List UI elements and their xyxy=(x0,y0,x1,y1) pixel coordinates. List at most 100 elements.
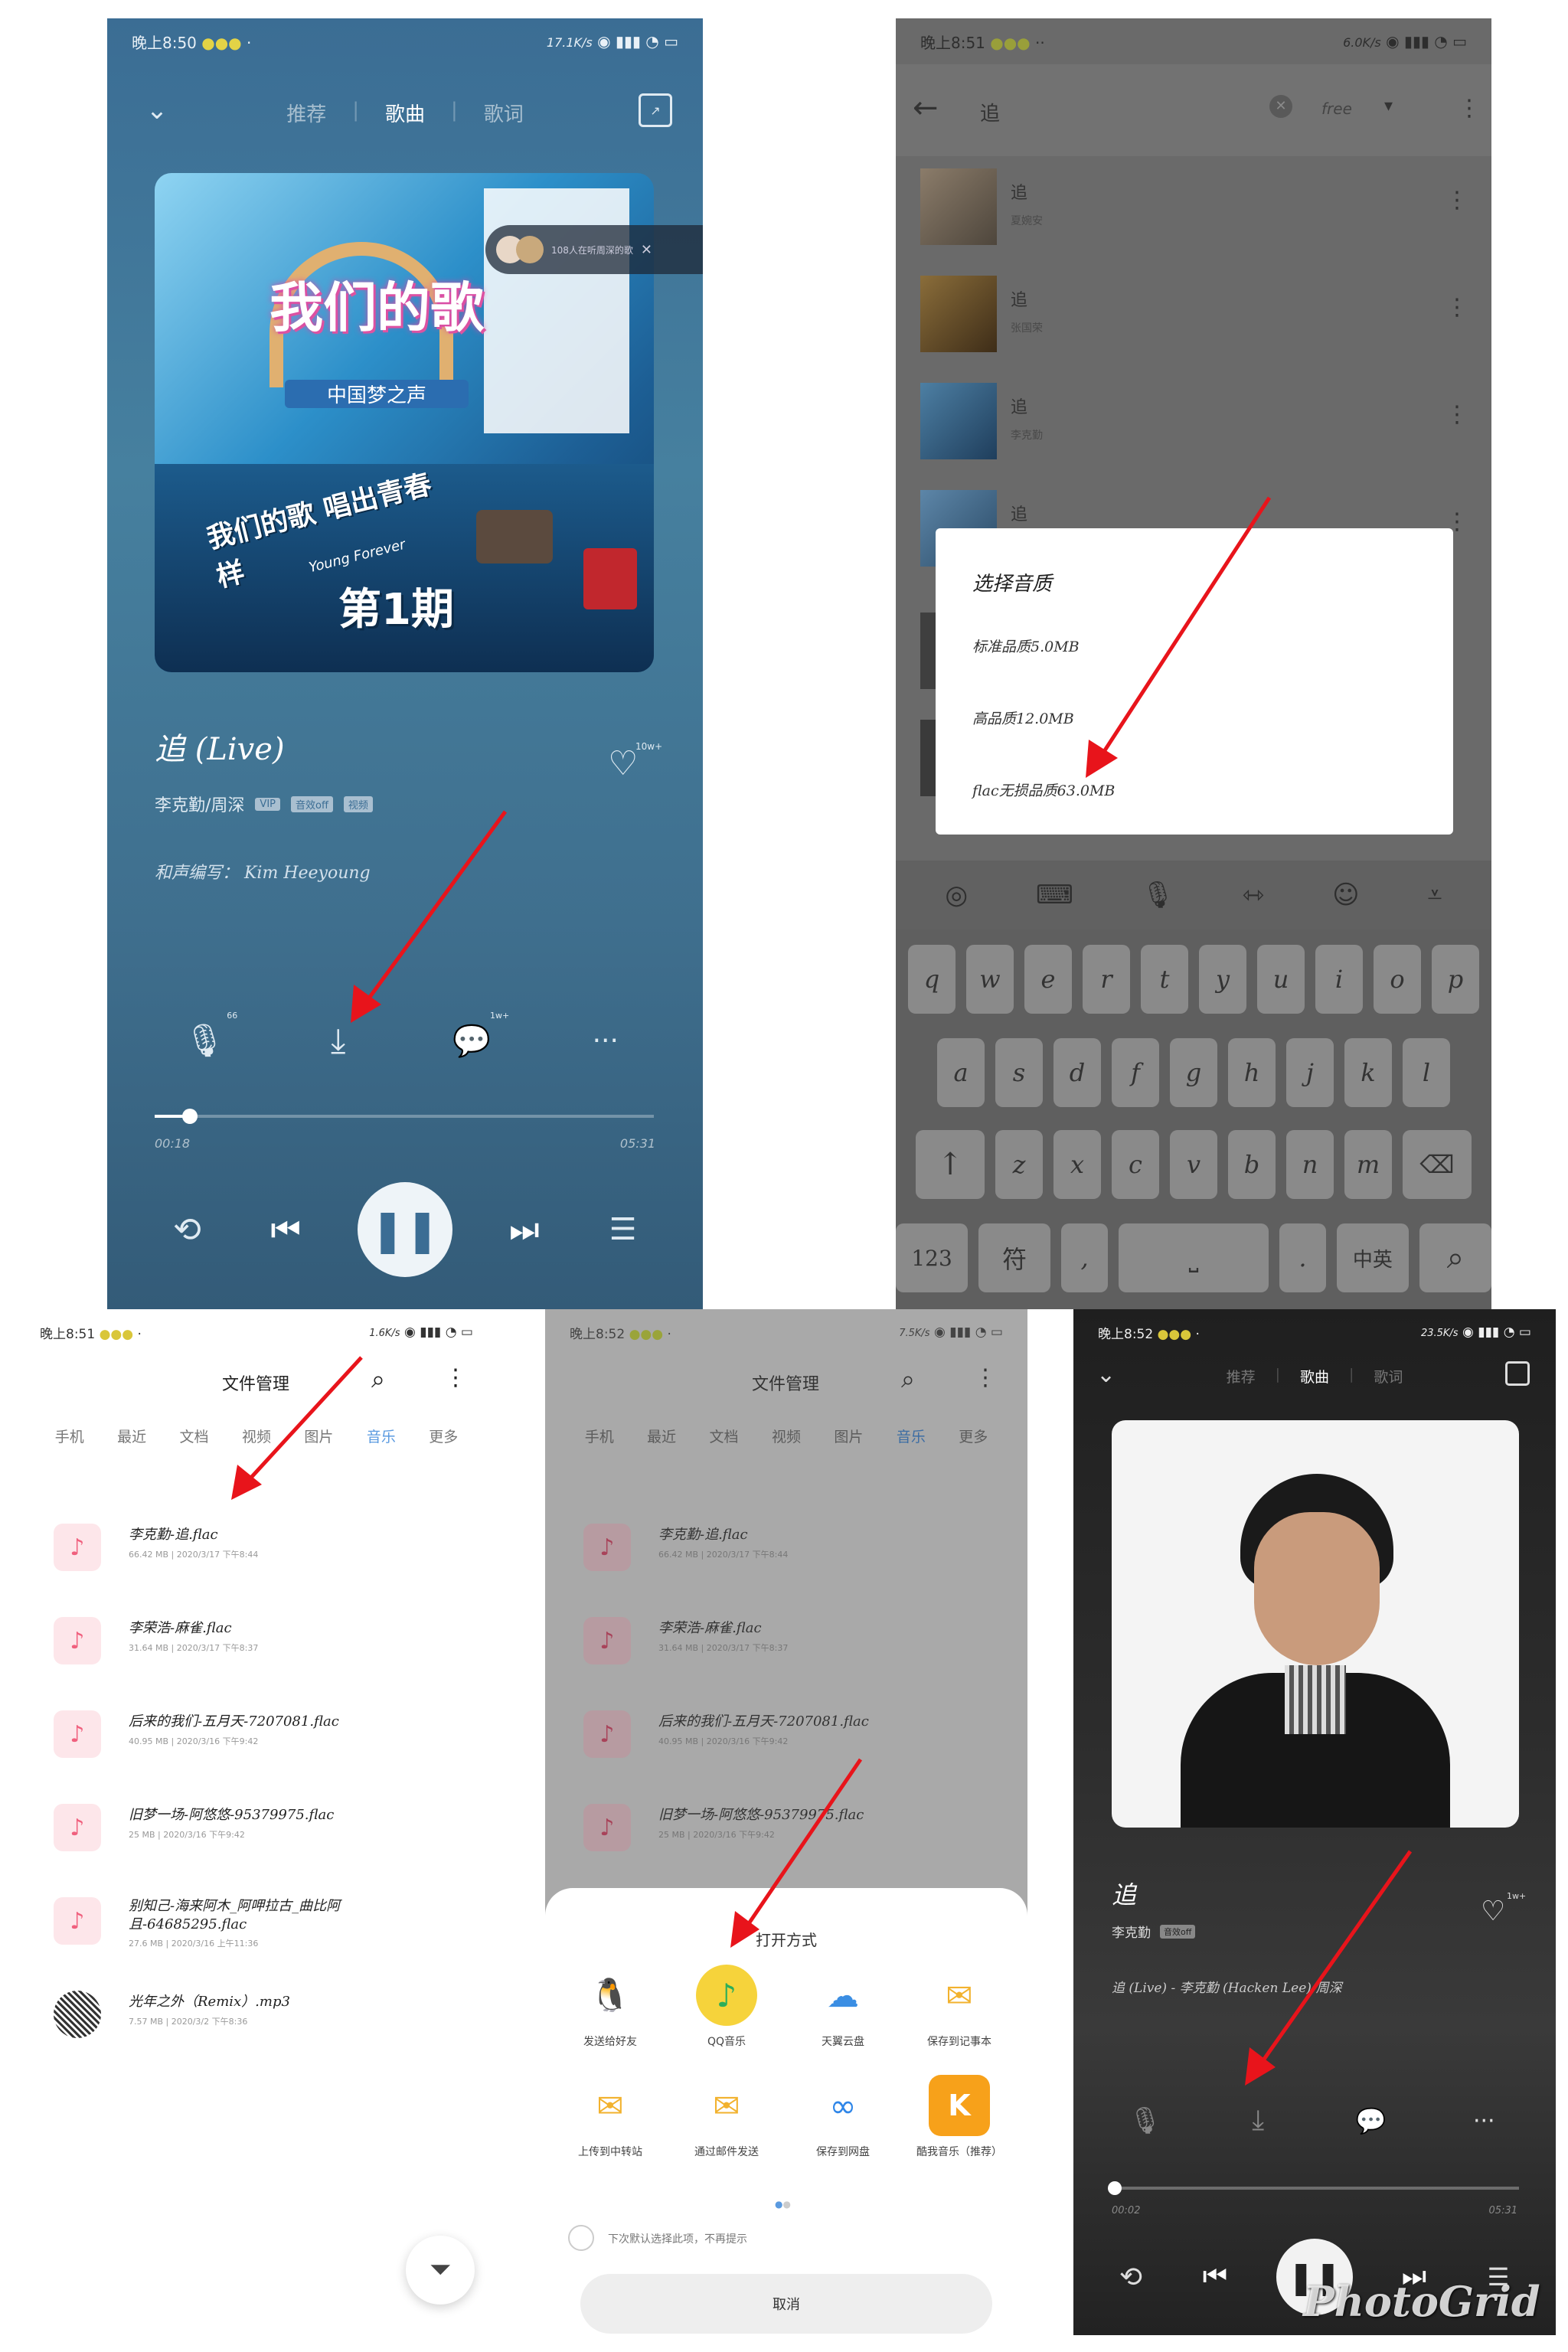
next-icon[interactable]: ⏭ xyxy=(498,1203,551,1256)
period-key[interactable]: . xyxy=(1279,1223,1326,1292)
more-vertical-icon[interactable]: ⋮ xyxy=(1446,401,1468,428)
tab-music[interactable]: 音乐 xyxy=(367,1426,396,1446)
tab-images[interactable]: 图片 xyxy=(834,1426,863,1446)
quality-option-flac[interactable]: flac无损品质63.0MB xyxy=(972,779,1115,800)
quality-chip[interactable]: free xyxy=(1321,100,1352,118)
progress-bar[interactable] xyxy=(155,1109,654,1124)
repeat-icon[interactable]: ⟲ xyxy=(160,1203,214,1256)
repeat-icon[interactable]: ⟲ xyxy=(1108,2254,1154,2300)
close-icon[interactable]: ✕ xyxy=(641,242,652,258)
quality-option-high[interactable]: 高品质12.0MB xyxy=(972,707,1074,728)
artist-photo[interactable] xyxy=(1112,1420,1519,1828)
tab-song[interactable]: 歌曲 xyxy=(1300,1366,1329,1387)
file-row[interactable]: 光年之外（Remix）.mp3 7.57 MB | 2020/3/2 下午8:3… xyxy=(15,1983,498,2067)
key-z[interactable]: z xyxy=(995,1130,1043,1199)
comment-icon[interactable]: 💬 1w+ xyxy=(445,1011,509,1067)
space-key[interactable]: ⎵ xyxy=(1118,1223,1269,1292)
filter-fab[interactable]: ⏷ xyxy=(406,2236,475,2305)
tab-recent[interactable]: 最近 xyxy=(647,1426,676,1446)
remember-checkbox[interactable] xyxy=(568,2225,594,2251)
key-e[interactable]: e xyxy=(1024,945,1072,1014)
more-vertical-icon[interactable]: ⋮ xyxy=(1458,95,1481,122)
voice-icon[interactable]: 🎙 xyxy=(1142,880,1174,910)
search-icon[interactable]: ⌕ xyxy=(901,1364,915,1394)
key-t[interactable]: t xyxy=(1141,945,1188,1014)
emoji-icon[interactable]: ☺ xyxy=(1332,880,1359,910)
progress-bar[interactable] xyxy=(1108,2181,1519,2195)
app-kuwo-music[interactable]: K 酷我音乐（推荐） xyxy=(910,2075,1009,2159)
key-w[interactable]: w xyxy=(966,945,1014,1014)
search-icon[interactable]: ⌕ xyxy=(371,1364,385,1394)
key-l[interactable]: l xyxy=(1403,1038,1450,1107)
keyboard-layout-icon[interactable]: ⌨ xyxy=(1036,880,1073,910)
cancel-button[interactable]: 取消 xyxy=(580,2274,992,2334)
file-row[interactable]: ♪ 后来的我们-五月天-7207081.flac 40.95 MB | 2020… xyxy=(545,1703,1027,1787)
key-j[interactable]: j xyxy=(1286,1038,1334,1107)
app-qq-friend[interactable]: 🐧 发送给好友 xyxy=(560,1965,660,2049)
key-k[interactable]: k xyxy=(1344,1038,1392,1107)
key-m[interactable]: m xyxy=(1344,1130,1392,1199)
download-icon[interactable]: ⤓ xyxy=(1235,2098,1281,2144)
tab-recent[interactable]: 最近 xyxy=(117,1426,146,1446)
clear-icon[interactable]: ✕ xyxy=(1269,95,1292,118)
file-row[interactable]: ♪ 李荣浩-麻雀.flac 31.64 MB | 2020/3/17 下午8:3… xyxy=(15,1609,498,1694)
numbers-key[interactable]: 123 xyxy=(896,1223,969,1292)
search-input[interactable]: 追 xyxy=(980,98,1000,126)
keyboard-logo-icon[interactable]: ◎ xyxy=(945,880,968,910)
key-q[interactable]: q xyxy=(908,945,956,1014)
tab-phone[interactable]: 手机 xyxy=(585,1426,614,1446)
playlist-icon[interactable]: ☰ xyxy=(596,1203,650,1256)
file-row[interactable]: ♪ 旧梦一场-阿悠悠-95379975.flac 25 MB | 2020/3/… xyxy=(15,1796,498,1880)
effect-badge[interactable]: 音效off xyxy=(291,795,333,812)
search-key[interactable]: ⌕ xyxy=(1419,1223,1491,1292)
karaoke-mic-icon[interactable]: 🎙 66 xyxy=(178,1011,238,1067)
artist-name[interactable]: 李克勤 xyxy=(1112,1922,1151,1941)
tab-music[interactable]: 音乐 xyxy=(897,1426,926,1446)
tab-more[interactable]: 更多 xyxy=(429,1426,458,1446)
quality-option-standard[interactable]: 标准品质5.0MB xyxy=(972,635,1080,656)
file-row[interactable]: ♪ 李克勤-追.flac 66.42 MB | 2020/3/17 下午8:44 xyxy=(15,1516,498,1600)
tab-docs[interactable]: 文档 xyxy=(710,1426,739,1446)
shift-key[interactable]: ↑ xyxy=(916,1130,985,1199)
comment-icon[interactable]: 💬 xyxy=(1348,2098,1394,2144)
app-netdisk[interactable]: ∞ 保存到网盘 xyxy=(793,2075,893,2159)
effect-badge[interactable]: 音效off xyxy=(1160,1924,1196,1939)
tab-recommend[interactable]: 推荐 xyxy=(286,99,326,127)
progress-knob[interactable] xyxy=(1108,2181,1122,2195)
key-o[interactable]: o xyxy=(1374,945,1421,1014)
video-badge[interactable]: 视频 xyxy=(343,795,373,812)
artist-name[interactable]: 李克勤/周深 xyxy=(155,792,244,816)
key-i[interactable]: i xyxy=(1315,945,1363,1014)
file-row[interactable]: ♪ 后来的我们-五月天-7207081.flac 40.95 MB | 2020… xyxy=(15,1703,498,1787)
more-vertical-icon[interactable]: ⋮ xyxy=(974,1364,997,1391)
tab-video[interactable]: 视频 xyxy=(772,1426,801,1446)
symbols-key[interactable]: 符 xyxy=(978,1223,1051,1292)
more-vertical-icon[interactable]: ⋮ xyxy=(444,1364,467,1391)
tab-docs[interactable]: 文档 xyxy=(180,1426,209,1446)
karaoke-mic-icon[interactable]: 🎙 xyxy=(1122,2098,1168,2144)
key-g[interactable]: g xyxy=(1170,1038,1217,1107)
file-row[interactable]: ♪ 旧梦一场-阿悠悠-95379975.flac 25 MB | 2020/3/… xyxy=(545,1796,1027,1880)
app-transfer-station[interactable]: ✉ 上传到中转站 xyxy=(560,2075,660,2159)
pause-button[interactable]: ❚❚ xyxy=(357,1182,452,1277)
more-icon[interactable]: ··· xyxy=(579,1014,632,1067)
key-p[interactable]: p xyxy=(1432,945,1479,1014)
more-icon[interactable]: ··· xyxy=(1461,2098,1507,2144)
tab-more[interactable]: 更多 xyxy=(959,1426,988,1446)
hide-keyboard-icon[interactable]: ⩡ xyxy=(1427,880,1442,910)
listeners-bubble[interactable]: 108人在听周深的歌 ✕ xyxy=(485,225,703,274)
key-y[interactable]: y xyxy=(1199,945,1246,1014)
progress-knob[interactable] xyxy=(181,1109,198,1124)
key-u[interactable]: u xyxy=(1257,945,1305,1014)
list-item[interactable]: 追 夏婉安 ⋮ xyxy=(896,156,1491,263)
tab-recommend[interactable]: 推荐 xyxy=(1227,1366,1256,1387)
file-row[interactable]: ♪ 别知己-海来阿木_阿呷拉古_曲比阿且-64685295.flac 27.6 … xyxy=(15,1890,498,1974)
app-email[interactable]: ✉ 通过邮件发送 xyxy=(677,2075,776,2159)
more-vertical-icon[interactable]: ⋮ xyxy=(1446,294,1468,321)
key-n[interactable]: n xyxy=(1286,1130,1334,1199)
key-f[interactable]: f xyxy=(1112,1038,1159,1107)
list-item[interactable]: 追 张国荣 ⋮ xyxy=(896,263,1491,371)
back-arrow-icon[interactable]: ← xyxy=(913,90,939,126)
backspace-key[interactable]: ⌫ xyxy=(1403,1130,1472,1199)
tab-video[interactable]: 视频 xyxy=(242,1426,271,1446)
